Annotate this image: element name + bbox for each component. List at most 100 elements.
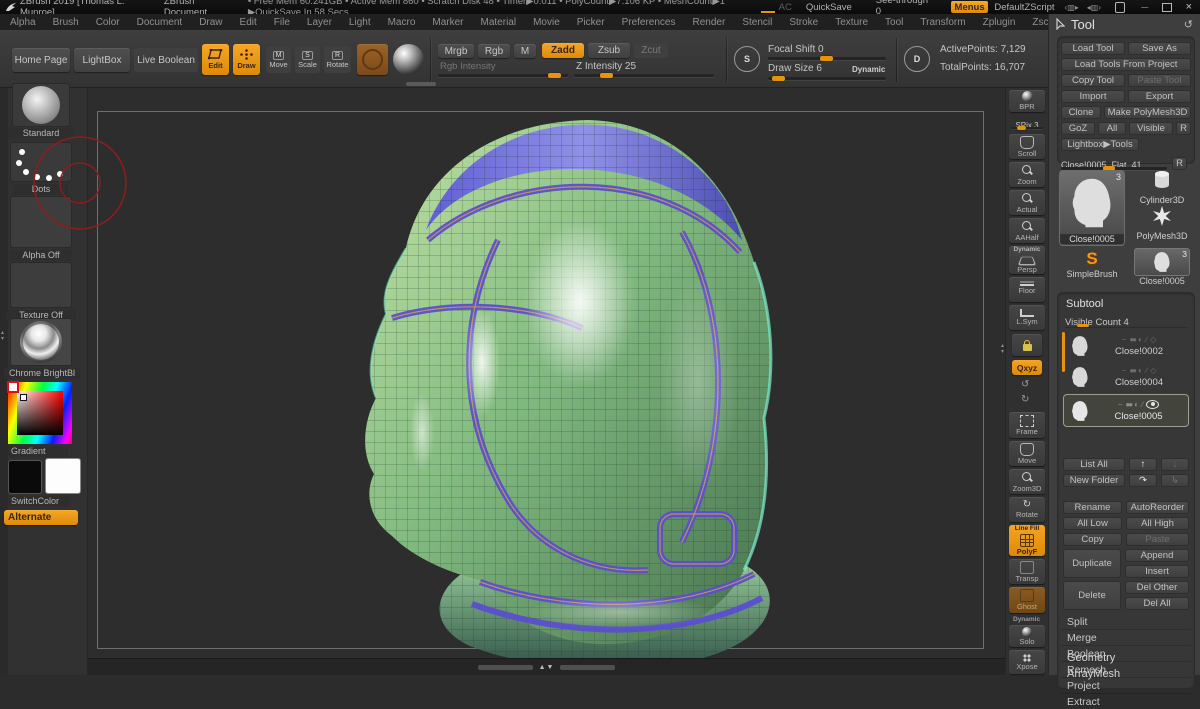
xpose-button[interactable]: Xpose [1009, 650, 1045, 674]
cylinder3d-thumb[interactable]: Cylinder3D [1131, 170, 1193, 204]
subtool-row[interactable]: −●●◐∕◇ Close!0002 [1063, 331, 1189, 360]
section-merge[interactable]: Merge [1061, 630, 1191, 646]
right-divider-arrows[interactable]: ▴▾ [1001, 343, 1004, 355]
tray-right-icon[interactable]: ◂▥› [1087, 3, 1101, 12]
polymesh3d-thumb[interactable]: PolyMesh3D [1131, 206, 1193, 240]
delete-button[interactable]: Delete [1063, 581, 1121, 610]
frame-button[interactable]: Frame [1009, 412, 1045, 438]
insert-button[interactable]: Insert [1125, 565, 1189, 578]
duplicate-button[interactable]: Duplicate [1063, 549, 1121, 578]
edit-button[interactable]: Edit [202, 44, 229, 75]
scale-button[interactable]: S Scale [295, 46, 320, 73]
simplebrush-thumb[interactable]: S SimpleBrush [1059, 250, 1125, 284]
autoreorder-button[interactable]: AutoReorder [1126, 501, 1189, 514]
restore-button[interactable] [1162, 3, 1171, 12]
small-tool-thumb[interactable]: 3 Close!0005 [1133, 248, 1191, 286]
draw-size-slider[interactable]: Draw Size 6 [768, 63, 822, 74]
subtool-up-button[interactable]: ↑ [1129, 458, 1157, 471]
rgb-intensity-marker[interactable] [548, 73, 561, 78]
lightbox-tools-button[interactable]: Lightbox▶Tools [1061, 138, 1139, 151]
zcut-button[interactable]: Zcut [634, 43, 668, 58]
flat-r-button[interactable]: R [1172, 157, 1187, 170]
orbit-icon[interactable]: ↻ [1021, 394, 1029, 405]
menu-layer[interactable]: Layer [307, 17, 332, 28]
zsub-button[interactable]: Zsub [588, 43, 630, 58]
import-button[interactable]: Import [1061, 90, 1125, 103]
rgb-button[interactable]: Rgb [478, 44, 510, 58]
texture-thumbnail[interactable] [10, 262, 72, 308]
divider-handle-right[interactable] [560, 665, 615, 670]
scroll-button[interactable]: Scroll [1009, 134, 1045, 159]
copy-button[interactable]: Copy [1063, 533, 1122, 546]
subtool-row-selected[interactable]: −●●◐∕ Close!0005 [1063, 394, 1189, 427]
menu-picker[interactable]: Picker [577, 17, 605, 28]
menu-tool[interactable]: Tool [885, 17, 903, 28]
focal-shift-marker[interactable] [820, 56, 833, 61]
menu-edit[interactable]: Edit [240, 17, 257, 28]
zoom-button[interactable]: Zoom [1009, 162, 1045, 187]
lsym-button[interactable]: L.Sym [1009, 305, 1045, 330]
lightbox-button[interactable]: LightBox [74, 48, 130, 72]
del-all-button[interactable]: Del All [1125, 597, 1189, 610]
goz-visible-button[interactable]: Visible [1129, 122, 1173, 135]
menu-document[interactable]: Document [137, 17, 183, 28]
tray-left-icon[interactable]: ‹▥▸ [1065, 3, 1079, 12]
load-tools-from-project-button[interactable]: Load Tools From Project [1061, 58, 1191, 71]
move-button[interactable]: M Move [266, 46, 291, 73]
m-button[interactable]: M [514, 44, 536, 58]
brush-thumbnail[interactable] [12, 83, 70, 127]
menu-light[interactable]: Light [349, 17, 371, 28]
floor-button[interactable]: Floor [1009, 277, 1045, 302]
move-to-folder-button[interactable]: ↷ [1129, 474, 1157, 487]
move-out-folder-button[interactable]: ↳ [1161, 474, 1189, 487]
append-button[interactable]: Append [1125, 549, 1189, 562]
menu-transform[interactable]: Transform [920, 17, 965, 28]
switchcolor-secondary[interactable] [45, 458, 81, 494]
visible-count-slider[interactable]: Visible Count 4 [1065, 312, 1187, 328]
menu-marker[interactable]: Marker [432, 17, 463, 28]
active-tool-thumb[interactable]: 3 Close!0005 [1059, 170, 1125, 246]
ghost-button[interactable]: Ghost [1009, 587, 1045, 613]
spin-icon[interactable]: ↺ [1021, 379, 1029, 390]
viewport-canvas[interactable]: ▲▼ ▴▾ [88, 88, 1005, 675]
rgb-intensity-slider[interactable]: Rgb Intensity [440, 61, 495, 72]
menu-movie[interactable]: Movie [533, 17, 560, 28]
aahalf-button[interactable]: AAHalf [1009, 218, 1045, 243]
spix-marker[interactable] [1017, 126, 1026, 130]
alternate-button[interactable]: Alternate [4, 510, 78, 525]
paste-button[interactable]: Paste [1126, 533, 1189, 546]
rotate3d-button[interactable]: ↻ Rotate [1009, 497, 1045, 522]
divider-arrows[interactable]: ▲▼ [539, 664, 555, 671]
minimize-button[interactable]: — [1141, 4, 1148, 11]
rename-button[interactable]: Rename [1063, 501, 1122, 514]
default-zscript-button[interactable]: DefaultZScript [994, 2, 1054, 13]
section-arraymesh[interactable]: ArrayMesh [1067, 668, 1120, 680]
left-tray-divider-arrows[interactable]: ▴▾ [1, 330, 4, 342]
switchcolor-main[interactable] [8, 460, 42, 494]
section-split[interactable]: Split [1061, 614, 1191, 630]
paste-tool-button[interactable]: Paste Tool [1128, 74, 1191, 87]
draw-size-marker[interactable] [772, 76, 785, 81]
menu-stencil[interactable]: Stencil [742, 17, 772, 28]
draw-button[interactable]: Draw [233, 44, 260, 75]
zoom3d-button[interactable]: Zoom3D [1009, 469, 1045, 494]
palette-reset-icon[interactable]: ↺ [1184, 18, 1193, 31]
section-project[interactable]: Project [1061, 678, 1191, 694]
polyf-button[interactable]: Line Fill PolyF [1009, 525, 1045, 556]
home-page-button[interactable]: Home Page [12, 48, 70, 72]
eye-icon[interactable] [1146, 400, 1159, 409]
goz-all-button[interactable]: All [1098, 122, 1126, 135]
quicksave-button[interactable]: QuickSave [806, 2, 852, 13]
model-armored-hood[interactable] [330, 112, 810, 672]
export-button[interactable]: Export [1128, 90, 1191, 103]
material-preview-orb[interactable] [393, 44, 424, 75]
menu-draw[interactable]: Draw [199, 17, 222, 28]
stroke-thumbnail[interactable] [10, 142, 72, 182]
all-low-button[interactable]: All Low [1063, 517, 1122, 530]
sculptris-ring-button[interactable] [357, 44, 388, 75]
zadd-button[interactable]: Zadd [542, 43, 584, 58]
bpr-button[interactable]: BPR [1009, 90, 1045, 112]
menu-material[interactable]: Material [481, 17, 517, 28]
menu-alpha[interactable]: Alpha [10, 17, 36, 28]
shelf-scroll-handle[interactable] [406, 82, 436, 86]
